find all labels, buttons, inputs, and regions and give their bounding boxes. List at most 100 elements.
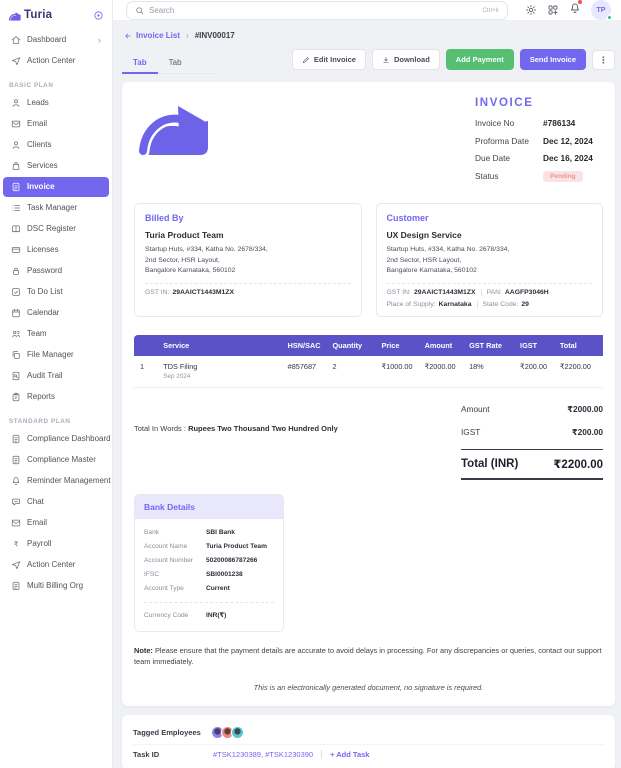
copy-icon (11, 350, 21, 360)
sidebar-item-compliance-dashboard[interactable]: Compliance Dashboard (3, 429, 111, 449)
breadcrumb-current: #INV00017 (194, 31, 235, 40)
sidebar-item-dashboard[interactable]: Dashboard › (3, 30, 109, 50)
sidebar-item-action-center[interactable]: Action Center (3, 51, 109, 71)
cell-igst: ₹200.00 (514, 356, 554, 388)
meta-row-proforma-date: Proforma Date Dec 12, 2024 (475, 136, 603, 146)
section-title-basic-plan: BASIC PLAN (9, 82, 54, 89)
sidebar-item-clients[interactable]: Clients (3, 135, 109, 155)
task-id-label: Task ID (133, 750, 160, 760)
sidebar-pin-icon[interactable] (93, 10, 104, 21)
bank-details-box: Bank Details Bank SBI Bank Account Name (134, 493, 284, 632)
tab-tab[interactable]: Tab (158, 54, 193, 74)
more-options-button[interactable]: ⋮ (592, 49, 615, 70)
state-code-value: 29 (521, 300, 529, 308)
currency-label: Currency Code (144, 611, 189, 619)
edit-invoice-button[interactable]: Edit Invoice (291, 49, 366, 70)
cell-total: ₹2200.00 (553, 356, 603, 388)
sidebar-item-chat[interactable]: Chat (3, 492, 109, 512)
sidebar-item-compliance-master[interactable]: Compliance Master (3, 450, 109, 470)
gst-label: GST IN: (386, 288, 411, 296)
meta-row-due-date: Due Date Dec 16, 2024 (475, 153, 603, 163)
user-avatar[interactable]: TP (591, 0, 612, 20)
cart-icon (11, 161, 21, 171)
bank-row-label: Account Type (144, 585, 184, 593)
file-icon (11, 581, 21, 591)
gst-value: 29AAICT1443M1ZX (413, 288, 476, 296)
sidebar-item-team[interactable]: Team (3, 324, 109, 344)
sidebar-item-payroll[interactable]: Payroll (3, 534, 109, 554)
task-footer-card: Tagged Employees Task ID #TSK1230389, #T… (122, 715, 615, 768)
sidebar-item-reminder-management[interactable]: Reminder Management (3, 471, 111, 491)
sidebar-item-licenses[interactable]: Licenses (3, 240, 109, 260)
meta-value: Dec 12, 2024 (543, 135, 593, 146)
status-row: Status Pending (475, 170, 603, 182)
sidebar-item-email[interactable]: Email (3, 513, 109, 533)
sidebar-item-multi-billing-org[interactable]: Multi Billing Org (3, 576, 109, 596)
sidebar-item-password[interactable]: Password (3, 261, 109, 281)
sidebar-item-services[interactable]: Services (3, 156, 109, 176)
sidebar-item-label: Compliance Master (27, 455, 96, 464)
currency-code-row: Currency Code INR(₹) (144, 608, 274, 623)
send-icon (11, 56, 21, 66)
divider (145, 282, 351, 284)
sidebar-item-leads[interactable]: Leads (3, 93, 109, 113)
invoice-toolbar: Edit Invoice Download Add Payment Send I… (291, 49, 615, 74)
apps-grid-icon[interactable] (547, 4, 559, 16)
service-name: TDS Filing (163, 361, 198, 371)
sidebar-item-invoice[interactable]: Invoice (3, 177, 109, 197)
cell-gst-rate: 18% (463, 356, 515, 388)
sidebar-item-dsc-register[interactable]: DSC Register (3, 219, 109, 239)
tagged-avatars (211, 726, 244, 740)
sidebar-item-to-do-list[interactable]: To Do List (3, 282, 109, 302)
theme-toggle-icon[interactable] (525, 4, 537, 16)
summary-rows: Amount ₹2000.00 IGST ₹200.00 (461, 398, 603, 444)
notifications-button[interactable] (569, 0, 582, 19)
add-task-button[interactable]: + Add Task (330, 750, 369, 759)
task-id-links[interactable]: #TSK1230389, #TSK1230390 (213, 750, 313, 759)
dots-vertical-icon: ⋮ (599, 54, 608, 65)
sidebar-nav: Dashboard › Action Center BASIC PLAN Lea… (0, 30, 112, 596)
add-payment-button[interactable]: Add Payment (445, 49, 514, 70)
list-icon (11, 203, 21, 213)
supply-value: Karnataka (438, 300, 472, 308)
summary-value: ₹2000.00 (567, 403, 603, 414)
sidebar-top-items: Dashboard › Action Center (0, 30, 112, 71)
cell-price: ₹1000.00 (375, 356, 419, 388)
download-button[interactable]: Download (371, 49, 440, 70)
bank-row-value: Current (206, 585, 230, 593)
back-to-invoice-list[interactable]: Invoice List (124, 31, 180, 40)
card-icon (11, 245, 21, 255)
gst-label: GST IN: (145, 288, 170, 296)
cell-service: TDS Filing Sep 2024 (157, 356, 282, 388)
sidebar-item-calendar[interactable]: Calendar (3, 303, 109, 323)
send-icon (11, 560, 21, 570)
sidebar-item-task-manager[interactable]: Task Manager (3, 198, 109, 218)
parties-section: Billed By Turia Product Team Startup Hut… (134, 203, 603, 317)
tab-tab[interactable]: Tab (122, 54, 158, 74)
download-icon (382, 56, 390, 64)
bank-rows: Bank SBI Bank Account Name Turia Product… (144, 526, 274, 596)
summary-label: Amount (461, 403, 490, 414)
divider (476, 300, 478, 308)
section-title-standard-plan: STANDARD PLAN (9, 418, 71, 425)
summary-row-amount: Amount ₹2000.00 (461, 398, 603, 421)
sidebar-item-email[interactable]: Email (3, 114, 109, 134)
address-line: Bangalore Karnataka, 560102 (145, 267, 236, 275)
breadcrumb: Invoice List › #INV00017 (124, 31, 615, 40)
sidebar-item-audit-trail[interactable]: Audit Trail (3, 366, 109, 386)
search-input[interactable] (149, 5, 478, 15)
sidebar-item-label: Clients (27, 140, 52, 149)
employee-avatar[interactable] (231, 726, 244, 740)
bank-row-label: Account Name (144, 543, 188, 551)
column-header: HSN/SAC (281, 334, 327, 356)
sidebar-item-action-center[interactable]: Action Center (3, 555, 109, 575)
file-icon (11, 434, 21, 444)
home-icon (11, 35, 21, 45)
sidebar-item-reports[interactable]: Reports (3, 387, 109, 407)
send-invoice-button[interactable]: Send Invoice (519, 49, 586, 70)
app-root: Turia Dashboard › Action Center BASIC PL… (0, 0, 621, 768)
users-icon (11, 329, 21, 339)
search-box[interactable]: Ctrl+k (126, 0, 508, 20)
sidebar-item-file-manager[interactable]: File Manager (3, 345, 109, 365)
lock-icon (11, 266, 21, 276)
